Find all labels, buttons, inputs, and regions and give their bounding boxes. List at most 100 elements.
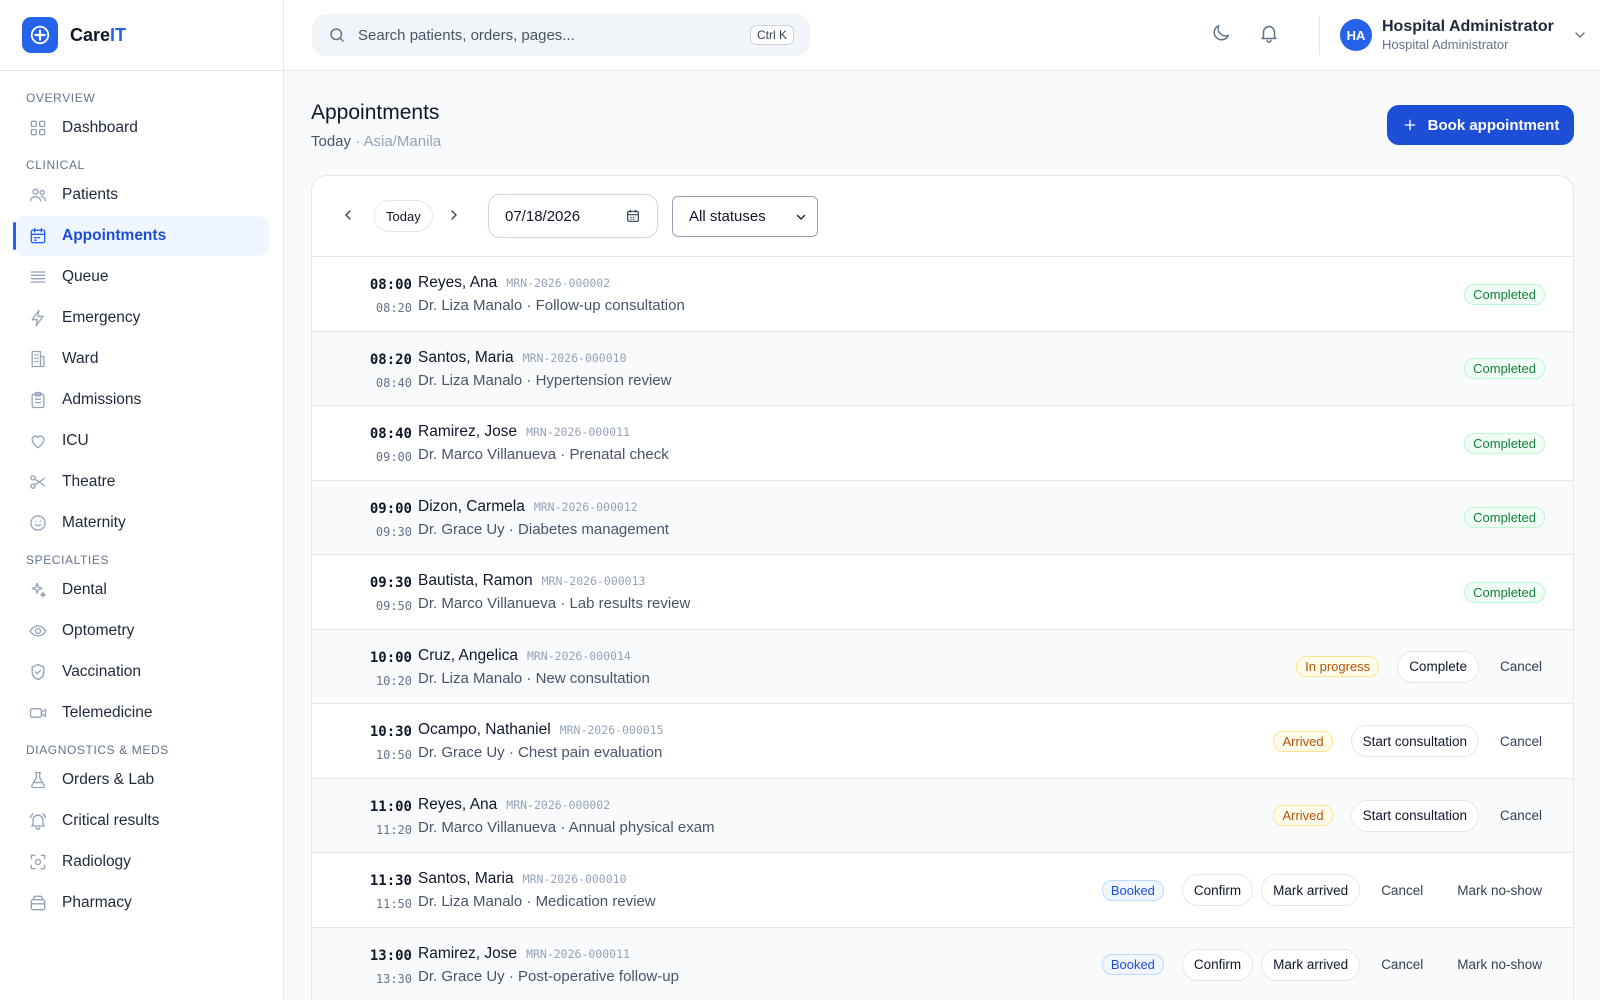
appointment-actions: Completed bbox=[1464, 481, 1555, 555]
appointment-reason: Hypertension review bbox=[535, 371, 672, 389]
page-title: Appointments bbox=[311, 101, 440, 124]
cancel-button[interactable]: Cancel bbox=[1487, 725, 1555, 757]
nav-section-title: SPECIALTIES bbox=[26, 553, 110, 567]
mark-arrived-button[interactable]: Mark arrived bbox=[1261, 874, 1361, 906]
sidebar-item-ward[interactable]: Ward bbox=[14, 339, 269, 379]
appointment-row[interactable]: 11:00 11:20 Reyes, Ana MRN-2026-000002 Dr. M… bbox=[312, 778, 1573, 853]
sidebar-item-radiology[interactable]: Radiology bbox=[14, 842, 269, 882]
brand[interactable]: CareIT bbox=[0, 0, 283, 71]
appointment-row[interactable]: 08:00 08:20 Reyes, Ana MRN-2026-000002 Dr. L… bbox=[312, 257, 1573, 332]
patient-name[interactable]: Ocampo, Nathaniel bbox=[418, 721, 551, 739]
patient-name[interactable]: Reyes, Ana bbox=[418, 274, 497, 292]
cancel-button[interactable]: Cancel bbox=[1487, 651, 1555, 683]
patient-mrn: MRN-2026-000011 bbox=[526, 946, 630, 961]
sidebar-item-telemedicine[interactable]: Telemedicine bbox=[14, 693, 269, 733]
notifications-button[interactable] bbox=[1258, 22, 1284, 48]
mark-no-show-button[interactable]: Mark no-show bbox=[1444, 949, 1555, 981]
page-subtitle: Today · Asia/Manila bbox=[311, 133, 441, 150]
confirm-button[interactable]: Confirm bbox=[1181, 874, 1254, 906]
heart-icon bbox=[31, 435, 45, 449]
sidebar-item-admissions[interactable]: Admissions bbox=[14, 380, 269, 420]
book-appointment-label: Book appointment bbox=[1427, 116, 1560, 134]
scissors-icon bbox=[30, 475, 46, 489]
patient-name[interactable]: Reyes, Ana bbox=[418, 796, 497, 814]
appointment-row[interactable]: 10:00 10:20 Cruz, Angelica MRN-2026-000014 D… bbox=[312, 629, 1573, 704]
zap-icon bbox=[31, 309, 44, 327]
date-picker-input[interactable]: 07/18/2026 bbox=[488, 194, 658, 238]
confirm-button[interactable]: Confirm bbox=[1181, 948, 1254, 981]
mark-no-show-button[interactable]: Mark no-show bbox=[1444, 874, 1555, 906]
previous-day-button[interactable] bbox=[336, 202, 360, 228]
appointment-start-time: 10:30 bbox=[369, 724, 412, 740]
sidebar-item-dental[interactable]: Dental bbox=[14, 570, 269, 610]
appointment-reason: Prenatal check bbox=[569, 446, 669, 463]
sidebar-item-label: Queue bbox=[62, 268, 109, 285]
shield-icon bbox=[31, 663, 45, 681]
sidebar-item-label: Ward bbox=[62, 350, 99, 367]
sidebar-item-icu[interactable]: ICU bbox=[14, 421, 269, 461]
sidebar-item-optometry[interactable]: Optometry bbox=[14, 611, 269, 651]
appointment-row[interactable]: 09:30 09:50 Bautista, Ramon MRN-2026-000013… bbox=[312, 555, 1573, 630]
sidebar-item-critical-results[interactable]: Critical results bbox=[14, 801, 269, 841]
sidebar-item-vaccination[interactable]: Vaccination bbox=[14, 652, 269, 692]
chevron-down-icon bbox=[796, 214, 806, 220]
topbar: Ctrl K HA Hospital Administrator Hospita… bbox=[284, 0, 1600, 71]
sidebar: CareIT OVERVIEW Dashboard CLINICAL Patients… bbox=[0, 0, 284, 1000]
user-menu[interactable]: HA Hospital Administrator Hospital Admin… bbox=[1340, 17, 1588, 53]
start-consultation-button[interactable]: Start consultation bbox=[1350, 725, 1479, 757]
patient-name[interactable]: Santos, Maria bbox=[418, 870, 514, 888]
sidebar-item-label: Optometry bbox=[62, 622, 135, 639]
sidebar-item-label: Critical results bbox=[62, 812, 160, 829]
patient-name[interactable]: Ramirez, Jose bbox=[418, 945, 517, 963]
details-separator: · bbox=[504, 744, 519, 761]
sidebar-item-theatre[interactable]: Theatre bbox=[14, 462, 269, 502]
appointment-details: Dr. Grace Uy · Chest pain evaluation bbox=[418, 744, 662, 761]
cancel-button[interactable]: Cancel bbox=[1368, 949, 1436, 981]
appointment-details: Dr. Liza Manalo · Hypertension review bbox=[418, 372, 671, 389]
appointment-row[interactable]: 08:20 08:40 Santos, Maria MRN-2026-000010 Dr… bbox=[312, 331, 1573, 406]
appointment-row[interactable]: 10:30 10:50 Ocampo, Nathaniel MRN-2026-0000… bbox=[312, 704, 1573, 779]
cancel-button[interactable]: Cancel bbox=[1368, 874, 1436, 906]
building-icon bbox=[31, 350, 45, 368]
sidebar-item-label: ICU bbox=[62, 432, 89, 449]
appointment-row[interactable]: 09:00 09:30 Dizon, Carmela MRN-2026-000012 D… bbox=[312, 480, 1573, 555]
mark-arrived-button[interactable]: Mark arrived bbox=[1261, 948, 1361, 981]
appointment-start-time: 08:40 bbox=[369, 426, 412, 442]
patient-name[interactable]: Bautista, Ramon bbox=[418, 572, 533, 590]
patient-name[interactable]: Santos, Maria bbox=[418, 349, 514, 367]
status-badge: Booked bbox=[1101, 954, 1164, 975]
next-day-button[interactable] bbox=[442, 202, 466, 228]
sidebar-item-emergency[interactable]: Emergency bbox=[14, 298, 269, 338]
patient-name[interactable]: Cruz, Angelica bbox=[418, 647, 518, 665]
appointment-row[interactable]: 11:30 11:50 Santos, Maria MRN-2026-000010 Dr… bbox=[312, 853, 1573, 928]
appointment-end-time: 11:20 bbox=[375, 822, 412, 837]
global-search[interactable]: Ctrl K bbox=[312, 14, 810, 56]
sidebar-item-queue[interactable]: Queue bbox=[14, 257, 269, 297]
sidebar-item-patients[interactable]: Patients bbox=[14, 175, 269, 215]
start-consultation-button[interactable]: Start consultation bbox=[1350, 799, 1479, 832]
appointment-actions: Arrived Start consultation Cancel bbox=[1273, 779, 1555, 853]
sidebar-item-label: Theatre bbox=[62, 473, 116, 490]
patient-name[interactable]: Dizon, Carmela bbox=[418, 498, 525, 516]
status-filter-select[interactable]: All statuses bbox=[672, 196, 818, 237]
appointment-end-time: 09:00 bbox=[375, 450, 412, 464]
status-badge: Completed bbox=[1464, 358, 1545, 379]
chevron-down-icon bbox=[1575, 32, 1585, 38]
sidebar-item-orders-and-lab[interactable]: Orders & Lab bbox=[14, 760, 269, 800]
eye-icon bbox=[29, 625, 47, 637]
appointment-reason: Post-operative follow-up bbox=[518, 967, 679, 985]
patient-name[interactable]: Ramirez, Jose bbox=[418, 423, 517, 441]
theme-toggle-button[interactable] bbox=[1210, 22, 1236, 48]
today-button[interactable]: Today bbox=[374, 200, 433, 232]
doctor-name: Dr. Marco Villanueva bbox=[418, 446, 557, 463]
sidebar-item-maternity[interactable]: Maternity bbox=[14, 503, 269, 543]
sidebar-item-pharmacy[interactable]: Pharmacy bbox=[14, 883, 269, 923]
appointment-row[interactable]: 08:40 09:00 Ramirez, Jose MRN-2026-000011 Dr… bbox=[312, 406, 1573, 481]
complete-button[interactable]: Complete bbox=[1397, 650, 1479, 683]
appointment-row[interactable]: 13:00 13:30 Ramirez, Jose MRN-2026-000011 Dr… bbox=[312, 927, 1573, 1000]
search-input[interactable] bbox=[358, 26, 738, 44]
book-appointment-button[interactable]: Book appointment bbox=[1387, 105, 1574, 145]
sidebar-item-dashboard[interactable]: Dashboard bbox=[14, 108, 269, 148]
sidebar-item-appointments[interactable]: Appointments bbox=[13, 216, 269, 256]
cancel-button[interactable]: Cancel bbox=[1487, 800, 1555, 832]
